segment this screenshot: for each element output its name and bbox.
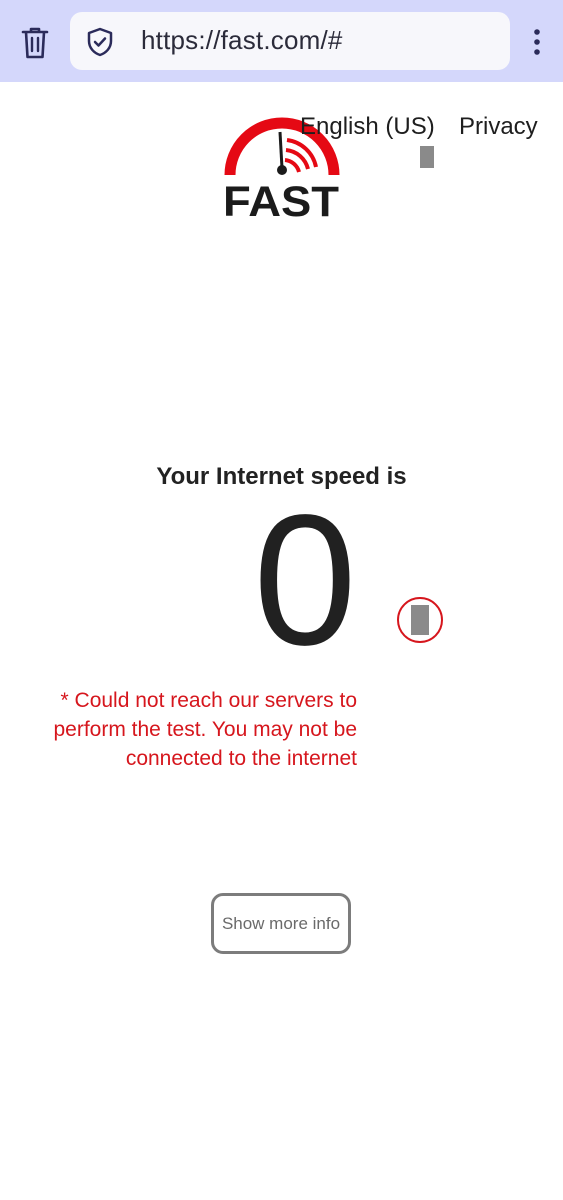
browser-menu-button[interactable]: [522, 20, 552, 64]
privacy-link[interactable]: Privacy: [459, 113, 538, 141]
more-vert-icon: [534, 29, 540, 55]
delete-data-button[interactable]: [14, 22, 56, 64]
speed-value: 0: [253, 477, 357, 684]
shield-check-icon[interactable]: [84, 26, 116, 58]
browser-toolbar: https://fast.com/#: [0, 0, 563, 82]
trash-icon: [21, 27, 49, 59]
error-message: * Could not reach our servers to perform…: [53, 689, 357, 770]
language-selector[interactable]: English (US): [300, 113, 435, 141]
show-more-info-button[interactable]: Show more info: [211, 893, 351, 954]
placeholder-block: [420, 146, 434, 168]
loading-indicator-icon: [411, 605, 429, 635]
address-bar[interactable]: https://fast.com/#: [70, 12, 510, 70]
fast-logo-text: FAST: [223, 178, 339, 222]
url-text[interactable]: https://fast.com/#: [141, 25, 343, 56]
speed-units-indicator[interactable]: [397, 597, 443, 643]
